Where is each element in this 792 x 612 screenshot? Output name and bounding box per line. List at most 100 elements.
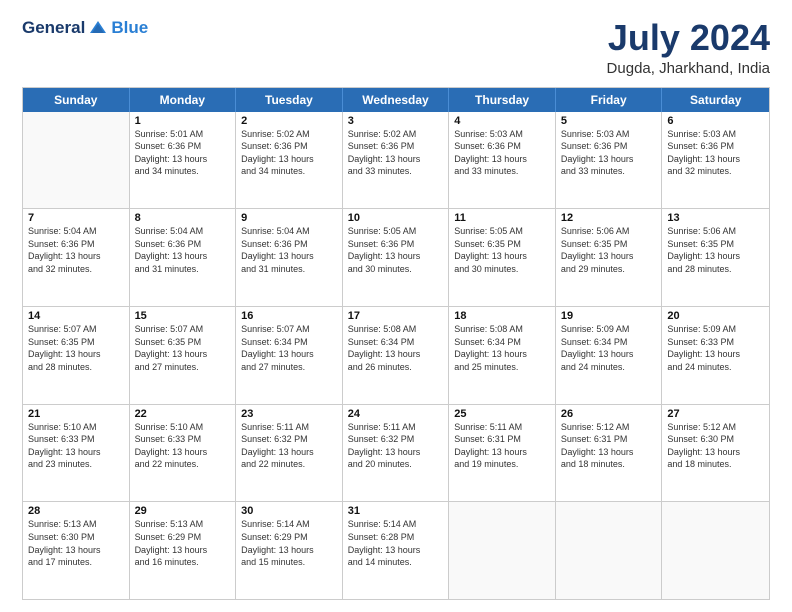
day-number: 3 (348, 115, 444, 127)
calendar-header: SundayMondayTuesdayWednesdayThursdayFrid… (23, 88, 769, 112)
calendar-cell: 11Sunrise: 5:05 AMSunset: 6:35 PMDayligh… (449, 209, 556, 306)
day-number: 8 (135, 212, 231, 224)
day-info: Sunrise: 5:14 AMSunset: 6:29 PMDaylight:… (241, 518, 337, 568)
day-number: 30 (241, 505, 337, 517)
day-number: 11 (454, 212, 550, 224)
calendar-cell: 1Sunrise: 5:01 AMSunset: 6:36 PMDaylight… (130, 112, 237, 209)
day-number: 6 (667, 115, 764, 127)
calendar-cell (449, 502, 556, 599)
day-number: 19 (561, 310, 657, 322)
day-number: 15 (135, 310, 231, 322)
day-number: 7 (28, 212, 124, 224)
day-info: Sunrise: 5:11 AMSunset: 6:32 PMDaylight:… (241, 421, 337, 471)
day-info: Sunrise: 5:12 AMSunset: 6:31 PMDaylight:… (561, 421, 657, 471)
day-info: Sunrise: 5:08 AMSunset: 6:34 PMDaylight:… (348, 323, 444, 373)
logo: General Blue (22, 18, 148, 38)
header-day-wednesday: Wednesday (343, 88, 450, 112)
day-number: 5 (561, 115, 657, 127)
day-number: 20 (667, 310, 764, 322)
day-info: Sunrise: 5:02 AMSunset: 6:36 PMDaylight:… (348, 128, 444, 178)
day-number: 22 (135, 408, 231, 420)
month-title: July 2024 (607, 18, 770, 58)
calendar-cell: 3Sunrise: 5:02 AMSunset: 6:36 PMDaylight… (343, 112, 450, 209)
day-info: Sunrise: 5:09 AMSunset: 6:34 PMDaylight:… (561, 323, 657, 373)
day-info: Sunrise: 5:05 AMSunset: 6:36 PMDaylight:… (348, 225, 444, 275)
calendar-body: 1Sunrise: 5:01 AMSunset: 6:36 PMDaylight… (23, 112, 769, 599)
day-number: 14 (28, 310, 124, 322)
day-info: Sunrise: 5:04 AMSunset: 6:36 PMDaylight:… (28, 225, 124, 275)
day-info: Sunrise: 5:05 AMSunset: 6:35 PMDaylight:… (454, 225, 550, 275)
header-day-thursday: Thursday (449, 88, 556, 112)
day-number: 21 (28, 408, 124, 420)
calendar-cell (556, 502, 663, 599)
day-info: Sunrise: 5:13 AMSunset: 6:29 PMDaylight:… (135, 518, 231, 568)
day-number: 9 (241, 212, 337, 224)
calendar-row: 14 Sunrise: 5:07 AMSunset: 6:35 PMDayligh… (23, 306, 769, 404)
calendar-cell: 30Sunrise: 5:14 AMSunset: 6:29 PMDayligh… (236, 502, 343, 599)
day-number: 2 (241, 115, 337, 127)
day-number: 26 (561, 408, 657, 420)
calendar-row: 28Sunrise: 5:13 AMSunset: 6:30 PMDayligh… (23, 501, 769, 599)
day-number: 12 (561, 212, 657, 224)
calendar-cell: 31Sunrise: 5:14 AMSunset: 6:28 PMDayligh… (343, 502, 450, 599)
calendar-cell: 28Sunrise: 5:13 AMSunset: 6:30 PMDayligh… (23, 502, 130, 599)
day-info: Sunrise: 5:04 AMSunset: 6:36 PMDaylight:… (241, 225, 337, 275)
day-info: Sunrise: 5:03 AMSunset: 6:36 PMDaylight:… (454, 128, 550, 178)
day-info: Sunrise: 5:07 AMSunset: 6:35 PMDaylight:… (135, 323, 231, 373)
day-info: Sunrise: 5:09 AMSunset: 6:33 PMDaylight:… (667, 323, 764, 373)
calendar-cell: 13Sunrise: 5:06 AMSunset: 6:35 PMDayligh… (662, 209, 769, 306)
day-number: 27 (667, 408, 764, 420)
calendar-cell: 2Sunrise: 5:02 AMSunset: 6:36 PMDaylight… (236, 112, 343, 209)
calendar-cell: 22Sunrise: 5:10 AMSunset: 6:33 PMDayligh… (130, 405, 237, 502)
day-info: Sunrise: 5:08 AMSunset: 6:34 PMDaylight:… (454, 323, 550, 373)
header-day-saturday: Saturday (662, 88, 769, 112)
day-info: Sunrise: 5:03 AMSunset: 6:36 PMDaylight:… (667, 128, 764, 178)
calendar-cell: 29Sunrise: 5:13 AMSunset: 6:29 PMDayligh… (130, 502, 237, 599)
day-number: 24 (348, 408, 444, 420)
day-info: Sunrise: 5:01 AMSunset: 6:36 PMDaylight:… (135, 128, 231, 178)
header: General Blue July 2024 Dugda, Jharkhand,… (22, 18, 770, 77)
day-info: Sunrise: 5:12 AMSunset: 6:30 PMDaylight:… (667, 421, 764, 471)
calendar-cell (662, 502, 769, 599)
calendar-cell (23, 112, 130, 209)
location: Dugda, Jharkhand, India (607, 60, 770, 77)
calendar-cell: 6Sunrise: 5:03 AMSunset: 6:36 PMDaylight… (662, 112, 769, 209)
calendar-cell: 27Sunrise: 5:12 AMSunset: 6:30 PMDayligh… (662, 405, 769, 502)
day-info: Sunrise: 5:10 AMSunset: 6:33 PMDaylight:… (28, 421, 124, 471)
day-number: 10 (348, 212, 444, 224)
calendar-cell: 17Sunrise: 5:08 AMSunset: 6:34 PMDayligh… (343, 307, 450, 404)
calendar-cell: 10Sunrise: 5:05 AMSunset: 6:36 PMDayligh… (343, 209, 450, 306)
calendar-cell: 20Sunrise: 5:09 AMSunset: 6:33 PMDayligh… (662, 307, 769, 404)
header-day-sunday: Sunday (23, 88, 130, 112)
calendar-cell: 12Sunrise: 5:06 AMSunset: 6:35 PMDayligh… (556, 209, 663, 306)
calendar-cell: 23Sunrise: 5:11 AMSunset: 6:32 PMDayligh… (236, 405, 343, 502)
day-info: Sunrise: 5:14 AMSunset: 6:28 PMDaylight:… (348, 518, 444, 568)
calendar-cell: 25Sunrise: 5:11 AMSunset: 6:31 PMDayligh… (449, 405, 556, 502)
calendar-row: 1Sunrise: 5:01 AMSunset: 6:36 PMDaylight… (23, 112, 769, 209)
calendar-row: 21Sunrise: 5:10 AMSunset: 6:33 PMDayligh… (23, 404, 769, 502)
day-number: 4 (454, 115, 550, 127)
calendar-cell: 16Sunrise: 5:07 AMSunset: 6:34 PMDayligh… (236, 307, 343, 404)
logo-icon (88, 19, 108, 37)
calendar-cell: 21Sunrise: 5:10 AMSunset: 6:33 PMDayligh… (23, 405, 130, 502)
title-area: July 2024 Dugda, Jharkhand, India (607, 18, 770, 77)
day-number: 25 (454, 408, 550, 420)
day-info: Sunrise: 5:06 AMSunset: 6:35 PMDaylight:… (667, 225, 764, 275)
day-info: Sunrise: 5:11 AMSunset: 6:31 PMDaylight:… (454, 421, 550, 471)
day-number: 13 (667, 212, 764, 224)
day-number: 29 (135, 505, 231, 517)
day-info: Sunrise: 5:02 AMSunset: 6:36 PMDaylight:… (241, 128, 337, 178)
day-number: 1 (135, 115, 231, 127)
day-number: 18 (454, 310, 550, 322)
logo-general: General (22, 18, 85, 38)
calendar-cell: 26Sunrise: 5:12 AMSunset: 6:31 PMDayligh… (556, 405, 663, 502)
header-day-friday: Friday (556, 88, 663, 112)
day-info: Sunrise: 5:04 AMSunset: 6:36 PMDaylight:… (135, 225, 231, 275)
day-number: 17 (348, 310, 444, 322)
day-number: 31 (348, 505, 444, 517)
calendar-cell: 4Sunrise: 5:03 AMSunset: 6:36 PMDaylight… (449, 112, 556, 209)
day-number: 23 (241, 408, 337, 420)
calendar-cell: 7Sunrise: 5:04 AMSunset: 6:36 PMDaylight… (23, 209, 130, 306)
day-info: Sunrise: 5:06 AMSunset: 6:35 PMDaylight:… (561, 225, 657, 275)
calendar-cell: 24Sunrise: 5:11 AMSunset: 6:32 PMDayligh… (343, 405, 450, 502)
